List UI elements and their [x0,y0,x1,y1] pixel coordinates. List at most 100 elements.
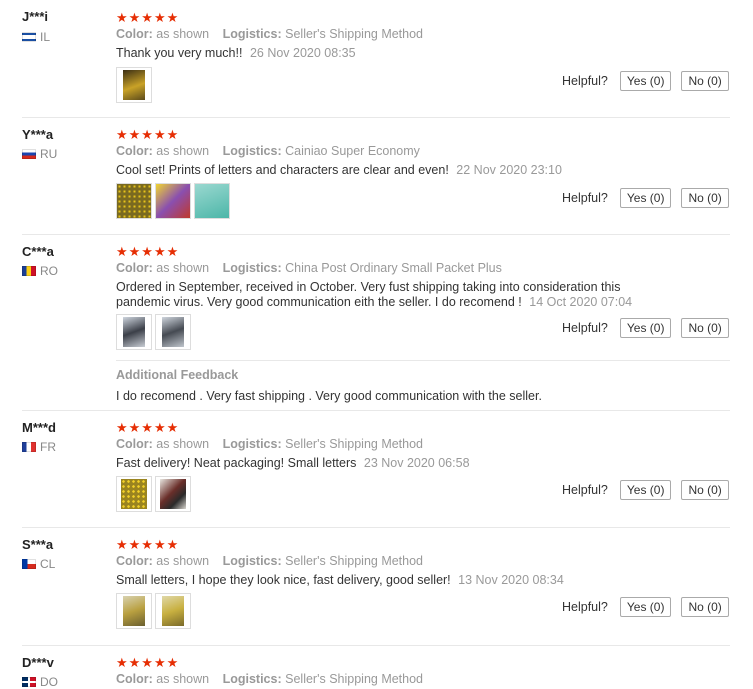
review-text: Fast delivery! Neat packaging! Small let… [116,456,646,471]
reviewer-name: D***v [22,655,54,670]
review-photo-thumbnail[interactable] [155,183,191,219]
country-code: IL [40,30,51,44]
logistics-label: Logistics: [222,554,282,568]
additional-feedback-divider [116,360,730,361]
helpful-label: Helpful? [562,74,608,88]
color-label: Color: [116,554,153,568]
reviewer-name: M***d [22,420,56,435]
logistics-label: Logistics: [222,27,282,41]
helpful-no-button[interactable]: No (0) [681,188,729,208]
review-meta: Color: as shown Logistics: Seller's Ship… [116,437,423,451]
logistics-label: Logistics: [222,672,282,686]
review-photo-thumbnail[interactable] [116,314,152,350]
helpful-no-button[interactable]: No (0) [681,597,729,617]
romania-flag-icon [22,266,36,276]
review-photos [116,593,191,629]
reviewer-country: RO [22,264,58,278]
helpful-yes-button[interactable]: Yes (0) [619,188,672,208]
reviewer-name: S***a [22,537,54,552]
review-photo-thumbnail[interactable] [155,593,191,629]
color-value: as shown [156,437,210,451]
review-body: Fast delivery! Neat packaging! Small let… [116,456,357,470]
logistics-value: Seller's Shipping Method [285,672,424,686]
review-date: 22 Nov 2020 23:10 [456,163,562,177]
review-date: 14 Oct 2020 07:04 [529,295,633,309]
review-text: Cool set! Prints of letters and characte… [116,163,646,178]
color-label: Color: [116,144,153,158]
review-meta: Color: as shown Logistics: China Post Or… [116,261,502,275]
review-photos [116,476,191,512]
color-value: as shown [156,554,210,568]
reviewer-country: DO [22,675,58,689]
review-meta: Color: as shown Logistics: Cainiao Super… [116,144,420,158]
logistics-label: Logistics: [222,144,282,158]
helpful-label: Helpful? [562,321,608,335]
review-photo-thumbnail[interactable] [116,67,152,103]
helpful-controls: Helpful? Yes (0) No (0) [562,318,729,338]
review-divider [22,117,730,118]
country-code: FR [40,440,56,454]
israel-flag-icon [22,32,36,42]
reviewer-name: Y***a [22,127,54,142]
color-value: as shown [156,261,210,275]
helpful-label: Helpful? [562,483,608,497]
review-divider [22,234,730,235]
color-value: as shown [156,144,210,158]
star-rating: ★★★★★ [116,420,180,435]
helpful-yes-button[interactable]: Yes (0) [619,480,672,500]
helpful-yes-button[interactable]: Yes (0) [619,597,672,617]
review-photo-thumbnail[interactable] [155,476,191,512]
reviewer-country: FR [22,440,56,454]
review-divider [22,645,730,646]
country-code: RO [40,264,58,278]
star-rating: ★★★★★ [116,244,180,259]
color-label: Color: [116,261,153,275]
helpful-controls: Helpful? Yes (0) No (0) [562,480,729,500]
star-rating: ★★★★★ [116,10,180,25]
logistics-label: Logistics: [222,437,282,451]
country-code: DO [40,675,58,689]
review-date: 13 Nov 2020 08:34 [458,573,564,587]
country-code: CL [40,557,56,571]
helpful-label: Helpful? [562,600,608,614]
review-body: Cool set! Prints of letters and characte… [116,163,449,177]
review-photo-thumbnail[interactable] [116,476,152,512]
helpful-controls: Helpful? Yes (0) No (0) [562,597,729,617]
logistics-value: China Post Ordinary Small Packet Plus [285,261,502,275]
helpful-yes-button[interactable]: Yes (0) [619,71,672,91]
helpful-label: Helpful? [562,191,608,205]
star-rating: ★★★★★ [116,655,180,670]
color-label: Color: [116,672,153,686]
review-photo-thumbnail[interactable] [194,183,230,219]
helpful-yes-button[interactable]: Yes (0) [619,318,672,338]
color-value: as shown [156,27,210,41]
star-rating: ★★★★★ [116,127,180,142]
country-code: RU [40,147,58,161]
reviewer-country: IL [22,30,50,44]
helpful-controls: Helpful? Yes (0) No (0) [562,71,729,91]
helpful-no-button[interactable]: No (0) [681,71,729,91]
review-photo-thumbnail[interactable] [116,593,152,629]
review-date: 26 Nov 2020 08:35 [249,46,356,60]
review-date: 23 Nov 2020 06:58 [363,456,470,470]
helpful-no-button[interactable]: No (0) [681,318,729,338]
review-photos [116,67,152,103]
review-meta: Color: as shown Logistics: Seller's Ship… [116,27,423,41]
review-divider [22,527,730,528]
star-rating: ★★★★★ [116,537,180,552]
helpful-no-button[interactable]: No (0) [681,480,729,500]
review-body: Small letters, I hope they look nice, fa… [116,573,451,587]
review-text: Thank you very much!! 26 Nov 2020 08:35 [116,46,646,61]
review-text: Small letters, I hope they look nice, fa… [116,573,646,588]
review-body: Thank you very much!! [116,46,243,60]
additional-feedback-label: Additional Feedback [116,368,239,382]
color-value: as shown [156,672,210,686]
review-photo-thumbnail[interactable] [116,183,152,219]
review-photo-thumbnail[interactable] [155,314,191,350]
chile-flag-icon [22,559,36,569]
reviewer-name: C***a [22,244,54,259]
russia-flag-icon [22,149,36,159]
logistics-value: Seller's Shipping Method [285,27,424,41]
logistics-label: Logistics: [222,261,282,275]
logistics-value: Seller's Shipping Method [285,437,424,451]
